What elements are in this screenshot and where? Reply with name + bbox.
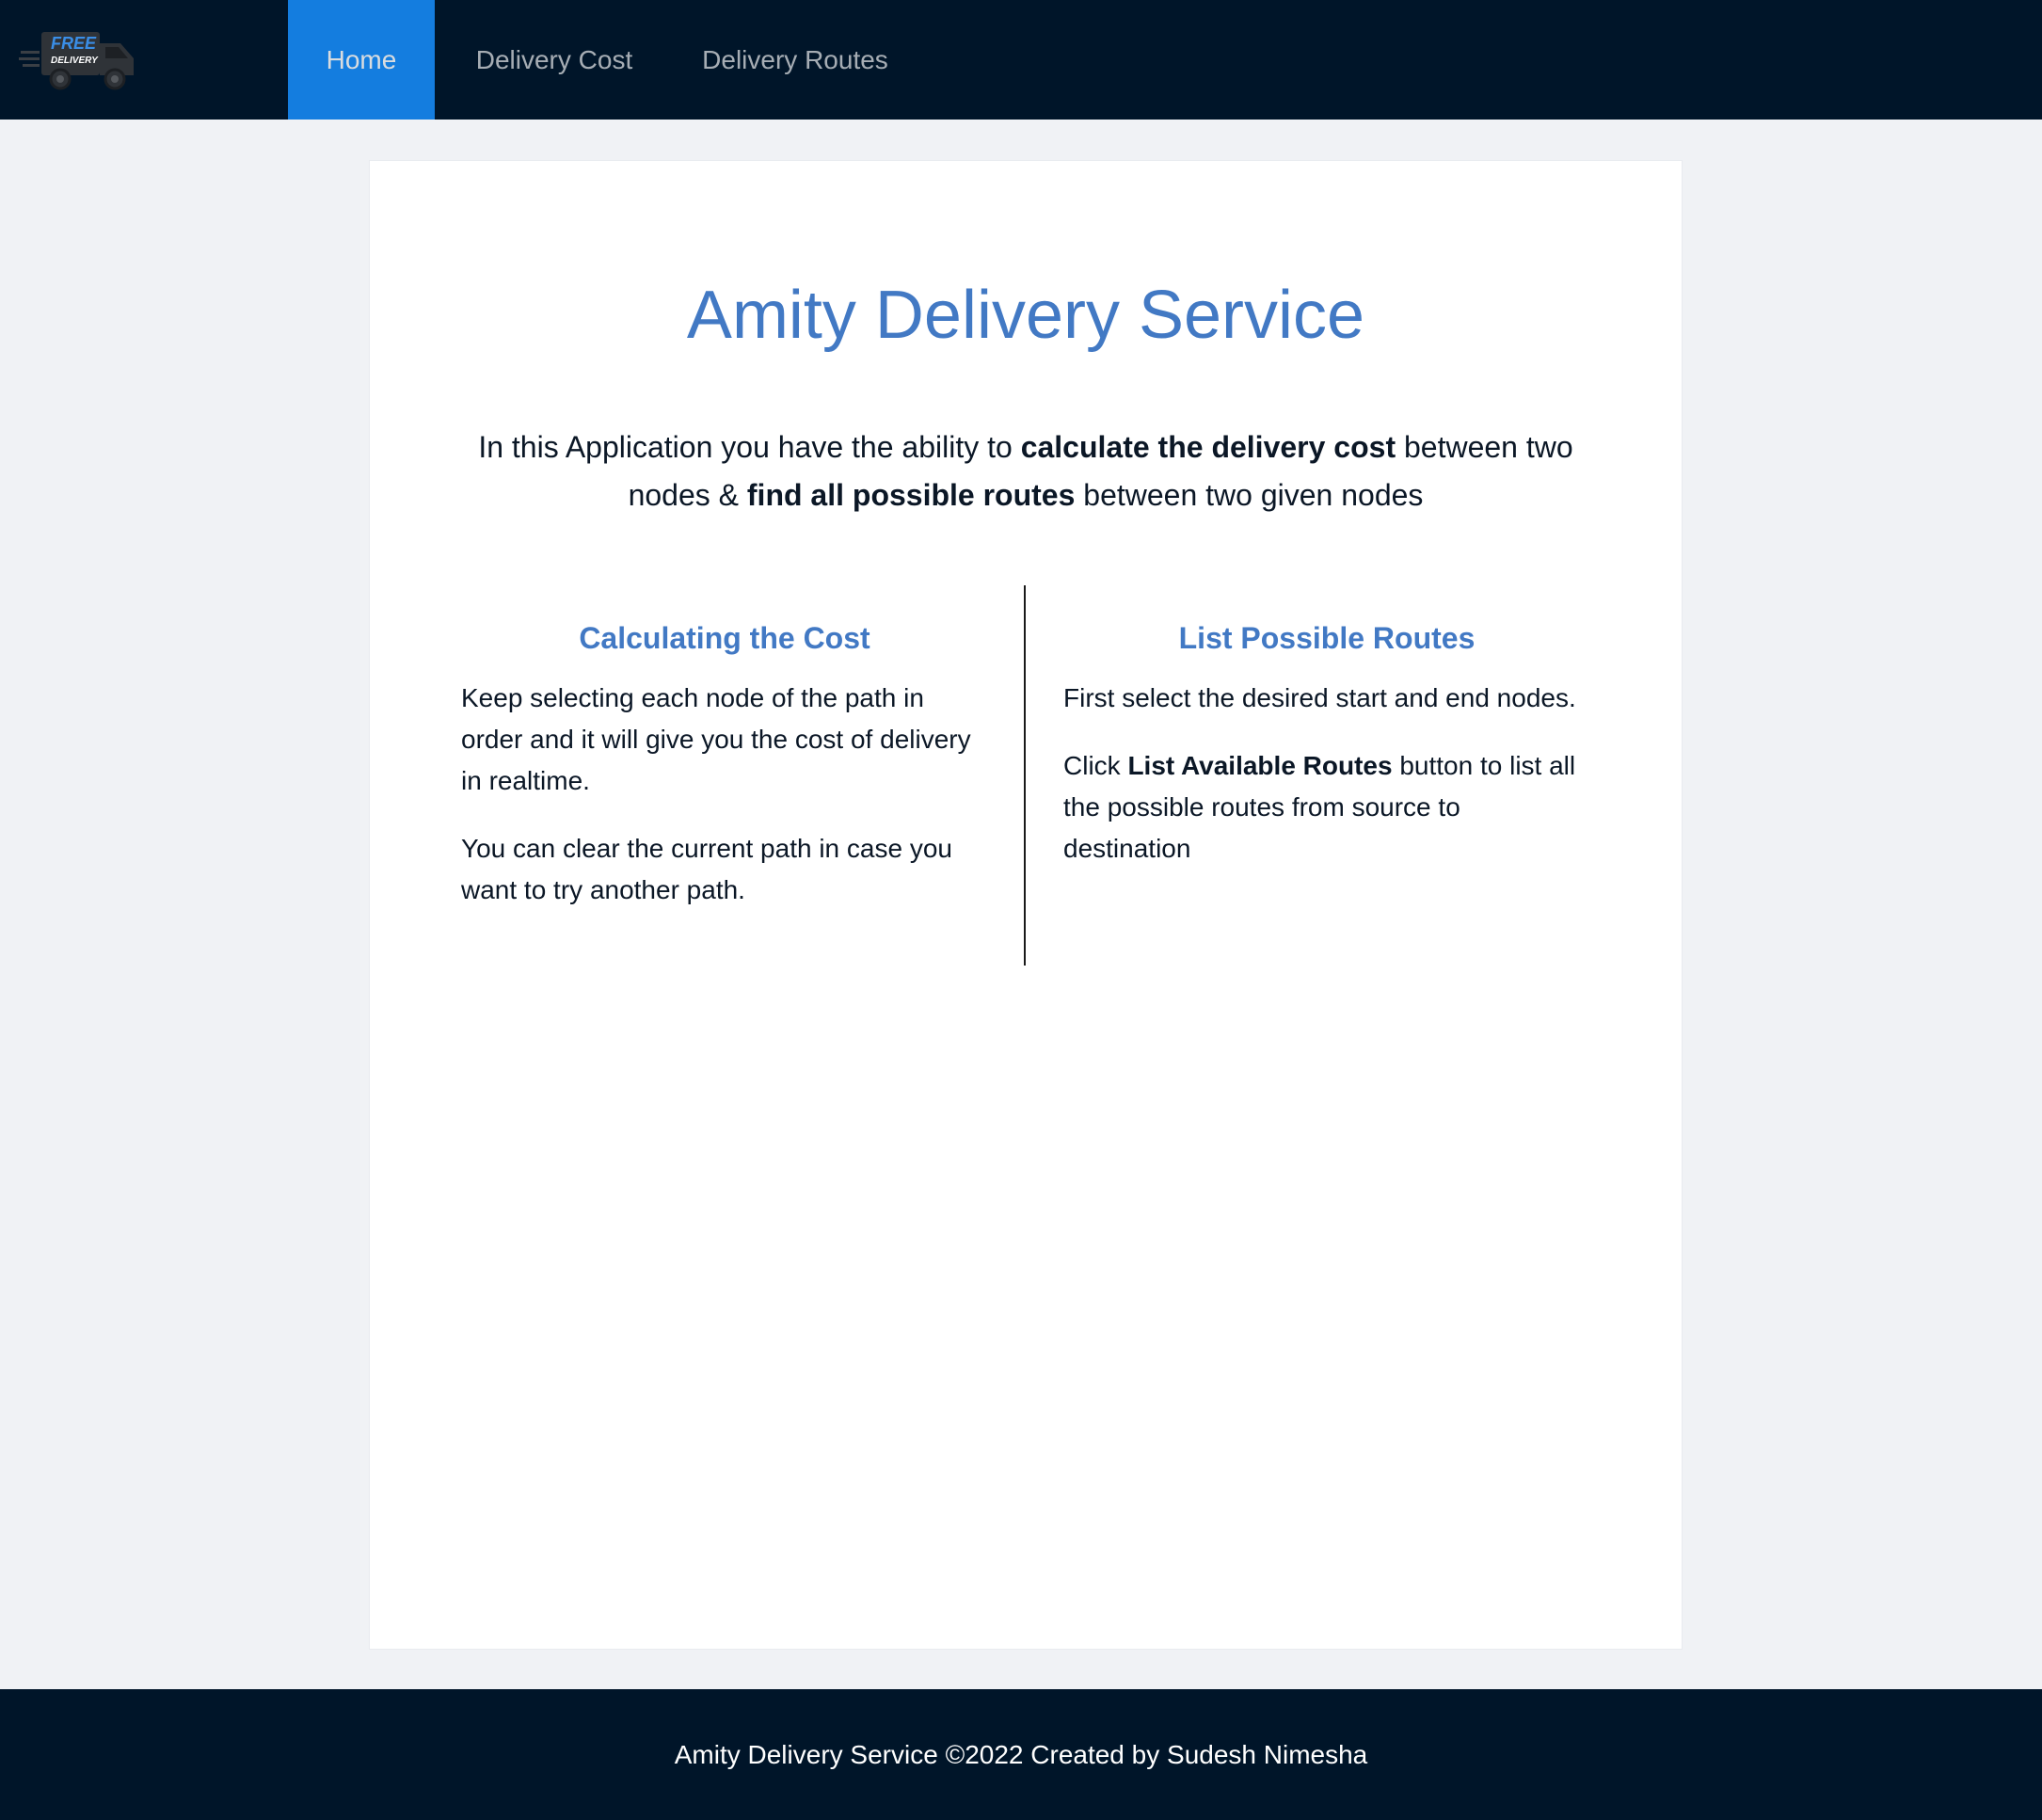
cost-paragraph-1: Keep selecting each node of the path in … [461, 683, 971, 795]
intro-bold-cost: calculate the delivery cost [1020, 430, 1396, 464]
vertical-divider [1024, 585, 1026, 966]
page-title: Amity Delivery Service [686, 278, 1365, 353]
routes-section: List Possible Routes First select the de… [1063, 612, 1590, 896]
cost-paragraph-2: You can clear the current path in case y… [461, 834, 952, 904]
svg-text:FREE: FREE [51, 34, 97, 53]
routes-heading: List Possible Routes [1178, 621, 1476, 655]
nav-delivery-routes[interactable]: Delivery Routes [674, 0, 917, 120]
intro-bold-routes: find all possible routes [746, 478, 1076, 512]
cost-heading: Calculating the Cost [579, 621, 870, 655]
routes-paragraph-1: First select the desired start and end n… [1063, 683, 1576, 712]
main-nav: Home Delivery Cost Delivery Routes [288, 0, 917, 120]
nav-home[interactable]: Home [288, 0, 435, 120]
delivery-truck-logo[interactable]: FREE DELIVERY [17, 26, 139, 92]
routes-p2-bold: List Available Routes [1127, 751, 1393, 780]
footer-text: Amity Delivery Service ©2022 Created by … [674, 1739, 1368, 1769]
top-header: FREE DELIVERY Home Delivery Cost Deliver… [0, 0, 2042, 120]
svg-text:DELIVERY: DELIVERY [51, 56, 99, 66]
footer: Amity Delivery Service ©2022 Created by … [0, 1689, 2042, 1820]
routes-paragraph-2: Click List Available Routes button to li… [1063, 745, 1590, 870]
intro-text-3: between two given nodes [1075, 478, 1424, 512]
cost-section: Calculating the Cost Keep selecting each… [461, 612, 988, 937]
nav-delivery-cost[interactable]: Delivery Cost [435, 0, 674, 120]
routes-p2-pre: Click [1063, 751, 1128, 780]
intro-text-1: In this Application you have the ability… [478, 430, 1021, 464]
intro-text: In this Application you have the ability… [442, 423, 1609, 519]
